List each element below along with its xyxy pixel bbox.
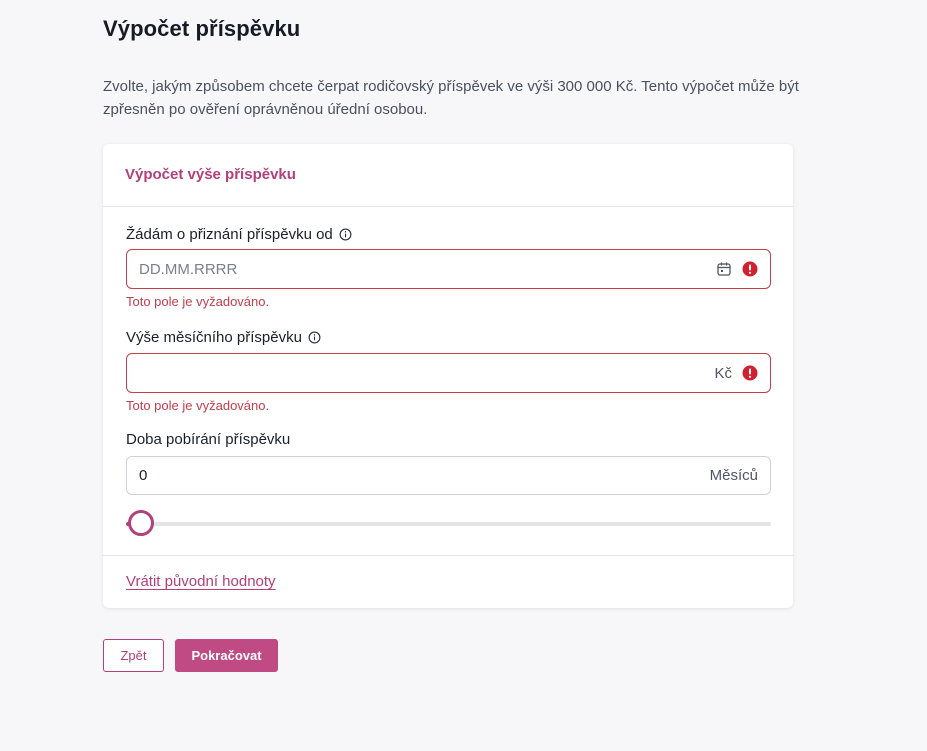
info-icon[interactable] [308,331,321,344]
months-suffix: Měsíců [709,467,758,484]
start-date-label: Žádám o přiznání příspěvku od [126,226,352,243]
continue-button[interactable]: Pokračovat [175,639,278,672]
start-date-input[interactable]: DD.MM.RRRR [126,249,771,289]
card-divider [103,555,793,556]
monthly-amount-label-text: Výše měsíčního příspěvku [126,329,302,346]
monthly-amount-label: Výše měsíčního příspěvku [126,329,321,346]
duration-input[interactable]: 0 Měsíců [126,456,771,495]
card-header: Výpočet výše příspěvku [103,144,793,207]
page: Výpočet příspěvku Zvolte, jakým způsobem… [0,0,927,751]
duration-label: Doba pobírání příspěvku [126,431,290,448]
error-icon [742,365,758,381]
reset-values-link[interactable]: Vrátit původní hodnoty [126,573,276,590]
slider-track[interactable] [126,522,771,526]
card-title: Výpočet výše příspěvku [125,166,296,183]
info-icon[interactable] [339,228,352,241]
intro-text: Zvolte, jakým způsobem chcete čerpat rod… [103,78,799,118]
page-title: Výpočet příspěvku [103,16,301,41]
duration-label-text: Doba pobírání příspěvku [126,431,291,448]
currency-suffix: Kč [714,364,732,382]
calculation-card: Výpočet výše příspěvku Žádám o přiznání … [103,144,793,608]
start-date-placeholder: DD.MM.RRRR [139,260,238,278]
start-date-error: Toto pole je vyžadováno. [126,294,270,309]
monthly-amount-error: Toto pole je vyžadováno. [126,398,270,413]
calendar-icon[interactable] [716,261,732,277]
back-button[interactable]: Zpět [103,639,164,672]
monthly-amount-input[interactable]: Kč [126,353,771,393]
duration-value: 0 [139,467,148,484]
slider-thumb[interactable] [128,510,154,536]
duration-slider[interactable] [126,508,771,538]
start-date-label-text: Žádám o přiznání příspěvku od [126,226,333,243]
error-icon [742,261,758,277]
